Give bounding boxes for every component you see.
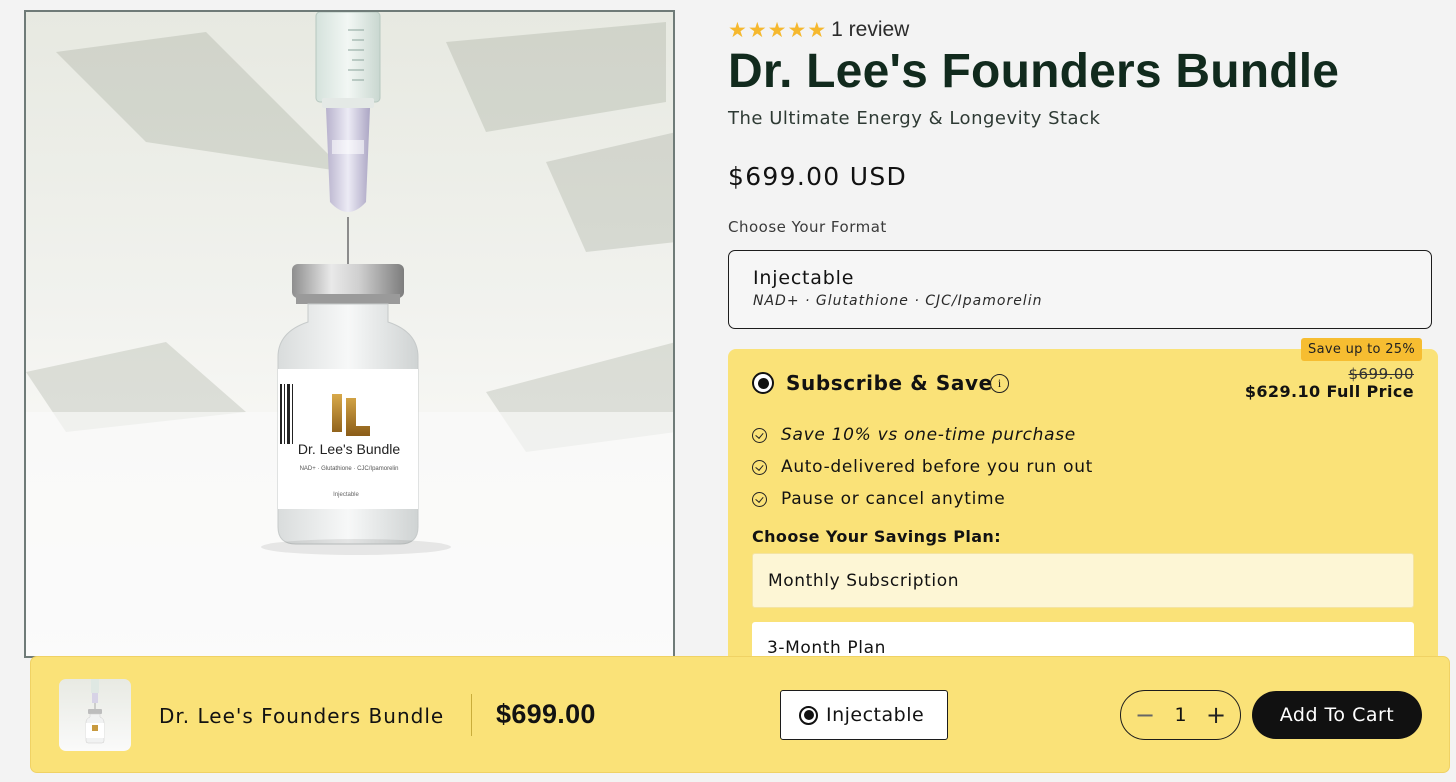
format-option-details: NAD+ · Glutathione · CJC/Ipamorelin — [753, 293, 1043, 309]
star-rating: ★ ★ ★ ★ ★ — [728, 19, 826, 41]
info-icon[interactable]: i — [990, 374, 1009, 393]
star-icon: ★ — [787, 18, 807, 42]
add-to-cart-button[interactable]: Add To Cart — [1252, 691, 1422, 739]
format-option-injectable[interactable]: Injectable NAD+ · Glutathione · CJC/Ipam… — [728, 250, 1432, 329]
benefit-text: Save 10% vs one-time purchase — [781, 425, 1076, 445]
star-icon: ★ — [807, 18, 827, 42]
plus-icon[interactable]: + — [1206, 703, 1226, 727]
star-icon: ★ — [728, 18, 747, 42]
subscribe-radio[interactable] — [752, 372, 774, 394]
subscribe-title: Subscribe & Save — [786, 371, 993, 395]
old-price: $699.00 — [1348, 365, 1414, 383]
list-item: Auto-delivered before you run out — [752, 451, 1093, 483]
star-icon: ★ — [767, 18, 787, 42]
product-image[interactable]: Dr. Lee's Bundle NAD+ · Glutathione · CJ… — [24, 10, 675, 658]
quantity-stepper[interactable]: − 1 + — [1120, 690, 1241, 740]
vial-brand-text: Dr. Lee's Bundle — [298, 441, 401, 457]
bar-format-label: Injectable — [826, 704, 925, 726]
check-circle-icon — [752, 459, 767, 475]
product-title: Dr. Lee's Founders Bundle — [728, 45, 1340, 98]
star-icon: ★ — [747, 18, 767, 42]
vial-format-text: Injectable — [333, 492, 359, 498]
check-circle-icon — [752, 491, 767, 507]
format-option-name: Injectable — [753, 267, 855, 289]
quantity-value[interactable]: 1 — [1174, 704, 1186, 726]
vial-thumbnail-icon — [85, 679, 105, 744]
rating[interactable]: ★ ★ ★ ★ ★ 1 review — [728, 18, 909, 42]
vial-illustration: Dr. Lee's Bundle NAD+ · Glutathione · CJ… — [26, 12, 673, 656]
benefit-text: Auto-delivered before you run out — [781, 457, 1094, 477]
vial-ingredients-text: NAD+ · Glutathione · CJC/Ipamorelin — [300, 466, 399, 472]
benefit-text: Pause or cancel anytime — [781, 489, 1006, 509]
format-label: Choose Your Format — [728, 218, 887, 236]
bar-price: $699.00 — [496, 699, 596, 729]
sticky-add-to-cart-bar: Dr. Lee's Founders Bundle $699.00 Inject… — [30, 656, 1450, 773]
check-circle-icon — [752, 427, 767, 443]
product-price: $699.00 USD — [728, 162, 908, 191]
bar-format-option[interactable]: Injectable — [780, 690, 948, 740]
subscription-price: $629.10 Full Price — [1244, 382, 1414, 401]
subscribe-and-save-panel[interactable]: Save up to 25% Subscribe & Save i $699.0… — [728, 338, 1438, 669]
plan-option-monthly[interactable]: Monthly Subscription — [752, 553, 1414, 608]
savings-plan-label: Choose Your Savings Plan: — [752, 527, 1001, 546]
product-subtitle: The Ultimate Energy & Longevity Stack — [728, 108, 1101, 129]
benefit-list: Save 10% vs one-time purchase Auto-deliv… — [752, 419, 1093, 515]
save-badge: Save up to 25% — [1301, 338, 1422, 361]
list-item: Save 10% vs one-time purchase — [752, 419, 1093, 451]
list-item: Pause or cancel anytime — [752, 483, 1093, 515]
benefit-rest: vs one-time purchase — [871, 425, 1076, 445]
product-thumbnail — [59, 679, 131, 751]
divider — [471, 694, 472, 736]
format-radio[interactable] — [799, 705, 818, 725]
minus-icon[interactable]: − — [1135, 703, 1155, 727]
review-count-link[interactable]: 1 review — [831, 18, 909, 42]
bar-product-title: Dr. Lee's Founders Bundle — [159, 704, 445, 728]
benefit-emphasis: Save 10% — [781, 425, 872, 445]
